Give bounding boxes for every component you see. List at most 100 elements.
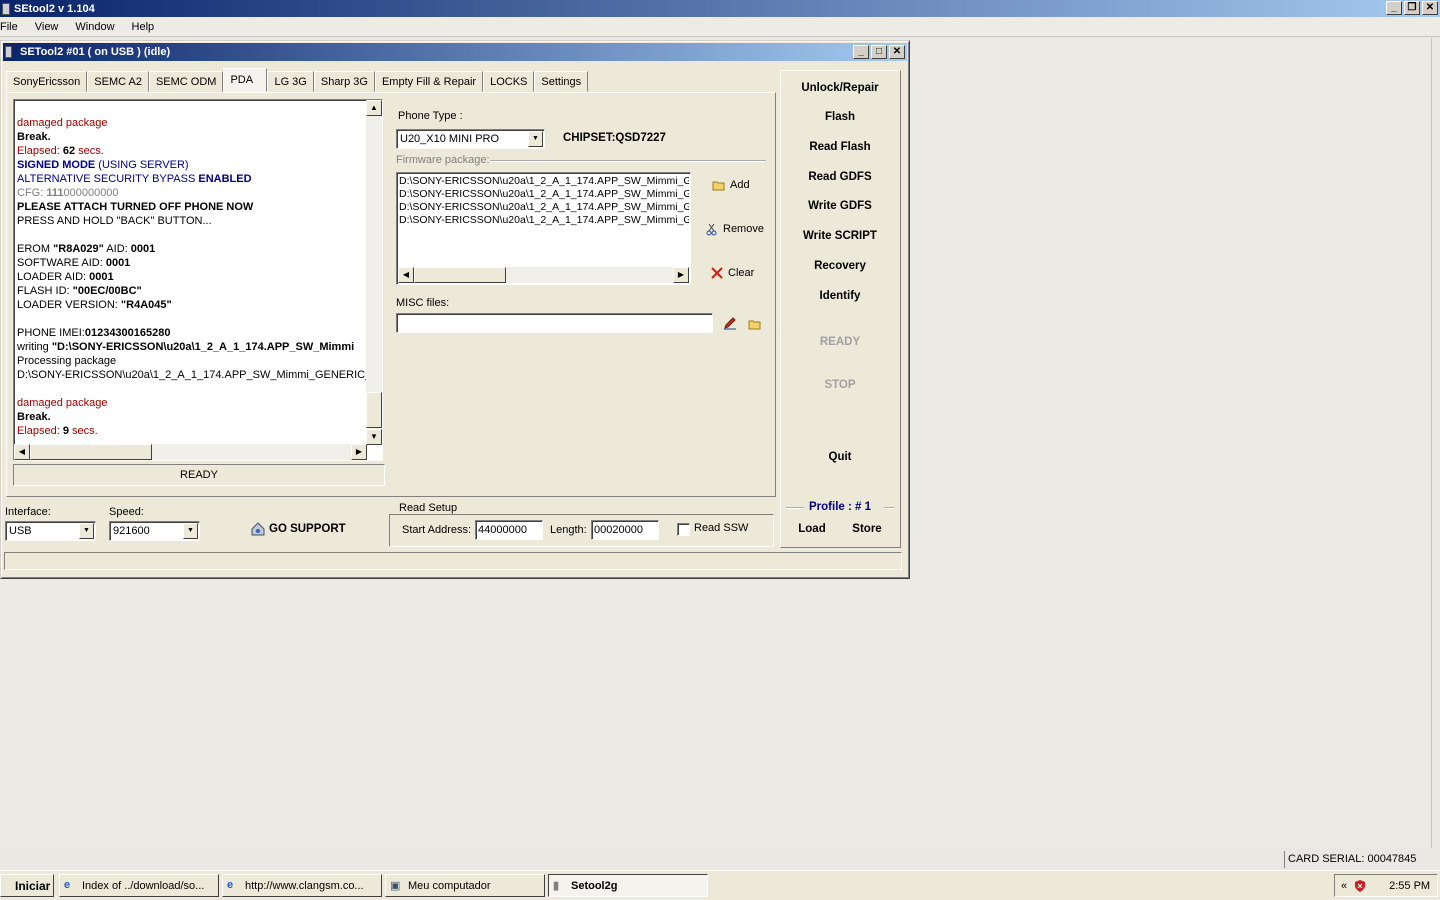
scroll-right-arrow-icon[interactable]: ▶ — [351, 444, 367, 460]
speed-select[interactable]: 921600 ▼ — [109, 521, 200, 541]
log-line: PRESS AND HOLD "BACK" BUTTON... — [17, 215, 212, 227]
firmware-item[interactable]: D:\SONY-ERICSSON\u20a\1_2_A_1_174.APP_SW… — [399, 175, 689, 188]
phone-type-select[interactable]: U20_X10 MINI PRO ▼ — [396, 129, 545, 149]
pencil-edit-icon[interactable] — [723, 316, 737, 330]
log-horizontal-scroll-thumb[interactable] — [30, 444, 152, 460]
phone-type-label: Phone Type : — [398, 110, 463, 122]
chevron-down-icon[interactable]: ▼ — [528, 131, 543, 147]
scroll-right-arrow-icon[interactable]: ▶ — [673, 267, 689, 283]
log-horizontal-scrollbar[interactable]: ◀ ▶ — [14, 444, 367, 460]
unlock-repair-button[interactable]: Unlock/Repair — [781, 82, 899, 94]
remove-button[interactable]: Remove — [705, 222, 764, 236]
scroll-left-arrow-icon[interactable]: ◀ — [14, 444, 30, 460]
interface-label: Interface: — [5, 506, 51, 518]
read-ssw-label: Read SSW — [694, 522, 749, 534]
task-button-setool2g[interactable]: ▮ Setool2g — [548, 874, 708, 897]
log-fragment: 0001 — [89, 271, 114, 283]
firmware-horizontal-scrollbar[interactable]: ◀ ▶ — [398, 267, 689, 283]
log-output[interactable]: damaged package Break. Elapsed: 62 secs. SI… — [13, 99, 383, 461]
close-button[interactable]: ✕ — [1422, 1, 1438, 15]
log-fragment: "00EC/00BC" — [72, 285, 142, 297]
length-input[interactable]: 00020000 — [591, 520, 659, 540]
log-vertical-scroll-thumb[interactable] — [366, 392, 382, 428]
tab-semc-odm[interactable]: SEMC ODM — [148, 71, 224, 92]
recovery-button[interactable]: Recovery — [781, 260, 899, 272]
add-button[interactable]: Add — [712, 178, 750, 192]
child-window-controls: _ □ ✕ — [853, 45, 905, 59]
flash-button[interactable]: Flash — [781, 111, 899, 123]
firmware-package-label: Firmware package: — [396, 154, 490, 166]
restore-button[interactable]: ❐ — [1404, 1, 1420, 15]
go-support-button[interactable]: GO SUPPORT — [251, 522, 346, 536]
firmware-item[interactable]: D:\SONY-ERICSSON\u20a\1_2_A_1_174.APP_SW… — [399, 188, 689, 201]
log-line: LOADER AID: 0001 — [17, 270, 367, 284]
read-gdfs-button[interactable]: Read GDFS — [781, 171, 899, 183]
close-x-icon — [711, 267, 723, 279]
chipset-label: CHIPSET:QSD7227 — [563, 132, 666, 144]
store-button[interactable]: Store — [845, 523, 889, 535]
shield-icon[interactable] — [1353, 879, 1367, 893]
log-fragment: LOADER AID: — [17, 271, 90, 283]
log-fragment: 111 — [46, 187, 64, 199]
tab-sonyericsson[interactable]: SonyEricsson — [6, 71, 88, 92]
start-button[interactable]: Iniciar — [0, 874, 54, 897]
tab-sharp-3g[interactable]: Sharp 3G — [313, 71, 375, 92]
tab-lg-3g[interactable]: LG 3G — [267, 71, 314, 92]
child-minimize-button[interactable]: _ — [853, 45, 869, 59]
firmware-list[interactable]: D:\SONY-ERICSSON\u20a\1_2_A_1_174.APP_SW… — [396, 172, 691, 285]
log-fragment: Elapsed: — [17, 145, 63, 157]
read-ssw-checkbox[interactable] — [677, 523, 690, 536]
identify-button[interactable]: Identify — [781, 290, 899, 302]
interface-select[interactable]: USB ▼ — [5, 521, 96, 541]
task-button-index[interactable]: e Index of ../download/so... — [59, 874, 219, 897]
start-address-input[interactable]: 44000000 — [475, 520, 543, 540]
scroll-down-arrow-icon[interactable]: ▼ — [366, 429, 382, 445]
tab-semc-a2[interactable]: SEMC A2 — [87, 71, 149, 92]
log-fragment: PHONE IMEI: — [17, 327, 85, 339]
menu-window[interactable]: Window — [67, 21, 123, 33]
log-line: CFG: 111000000000 — [17, 186, 367, 200]
firmware-scroll-thumb[interactable] — [414, 267, 506, 283]
scroll-up-arrow-icon[interactable]: ▲ — [366, 100, 382, 116]
firmware-item[interactable]: D:\SONY-ERICSSON\u20a\1_2_A_1_174.APP_SW… — [399, 214, 689, 227]
menu-help[interactable]: Help — [124, 21, 164, 33]
write-script-button[interactable]: Write SCRIPT — [781, 230, 899, 242]
child-maximize-button[interactable]: □ — [871, 45, 887, 59]
scroll-left-arrow-icon[interactable]: ◀ — [398, 267, 414, 283]
task-button-clangsm[interactable]: e http://www.clangsm.co... — [222, 874, 382, 897]
misc-files-input[interactable] — [396, 313, 713, 333]
menu-view[interactable]: View — [27, 21, 68, 33]
minimize-button[interactable]: _ — [1386, 1, 1402, 15]
log-fragment: "R8A029" — [53, 243, 104, 255]
tab-empty-fill-repair[interactable]: Empty Fill & Repair — [374, 71, 484, 92]
chevron-down-icon[interactable]: ▼ — [79, 523, 94, 539]
child-title: SETool2 #01 ( on USB ) (idle) — [20, 46, 171, 58]
menu-file[interactable]: File — [0, 21, 27, 33]
quit-button[interactable]: Quit — [781, 451, 899, 463]
read-setup-label: Read Setup — [397, 502, 460, 514]
child-close-button[interactable]: ✕ — [889, 45, 905, 59]
clear-button[interactable]: Clear — [710, 266, 754, 280]
tray-expand-chevron-icon[interactable]: « — [1341, 880, 1347, 892]
chevron-down-icon[interactable]: ▼ — [183, 523, 198, 539]
tab-settings[interactable]: Settings — [534, 71, 589, 92]
length-label: Length: — [550, 524, 587, 536]
folder-open-icon[interactable] — [748, 317, 762, 331]
tab-locks[interactable]: LOCKS — [483, 71, 535, 92]
add-label: Add — [730, 179, 750, 191]
log-line: PHONE IMEI:01234300165280 — [17, 326, 367, 340]
firmware-item[interactable]: D:\SONY-ERICSSON\u20a\1_2_A_1_174.APP_SW… — [399, 201, 689, 214]
taskbar: Iniciar e Index of ../download/so... e h… — [0, 870, 1440, 900]
write-gdfs-button[interactable]: Write GDFS — [781, 200, 899, 212]
log-fragment: 0001 — [130, 243, 156, 255]
log-fragment: secs. — [75, 145, 104, 157]
tab-pda[interactable]: PDA — [223, 68, 268, 92]
stop-button[interactable]: STOP — [781, 379, 899, 391]
task-button-my-computer[interactable]: ▣ Meu computador — [385, 874, 545, 897]
log-fragment: SOFTWARE AID: — [17, 257, 106, 269]
read-flash-button[interactable]: Read Flash — [781, 141, 899, 153]
log-fragment: 01234300165280 — [84, 327, 171, 339]
log-vertical-scrollbar[interactable]: ▲ ▼ — [366, 100, 382, 445]
ready-indicator: READY — [819, 336, 861, 348]
load-button[interactable]: Load — [790, 523, 834, 535]
